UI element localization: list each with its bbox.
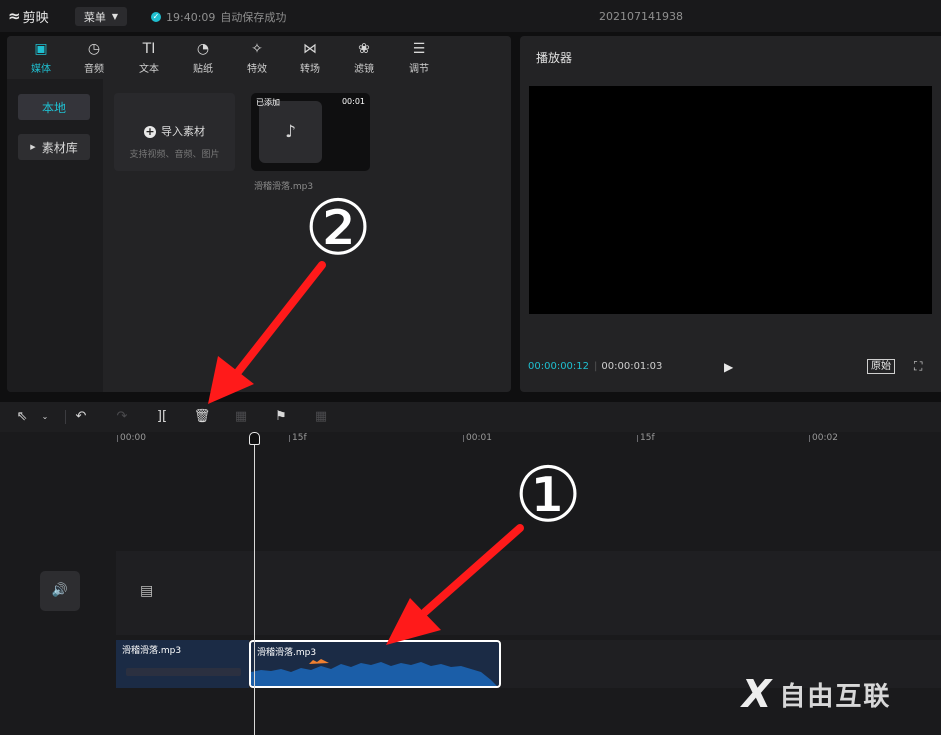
- watermark-text: 自由互联: [779, 681, 892, 712]
- annotation-arrows: [208, 261, 524, 645]
- step-1-label: ①: [514, 450, 583, 539]
- watermark: X 自由互联: [742, 672, 891, 716]
- arrow-to-delete: [208, 261, 326, 404]
- step-2-label: ②: [304, 183, 373, 272]
- watermark-logo-icon: X: [742, 672, 774, 716]
- arrow-to-clip: [386, 524, 524, 645]
